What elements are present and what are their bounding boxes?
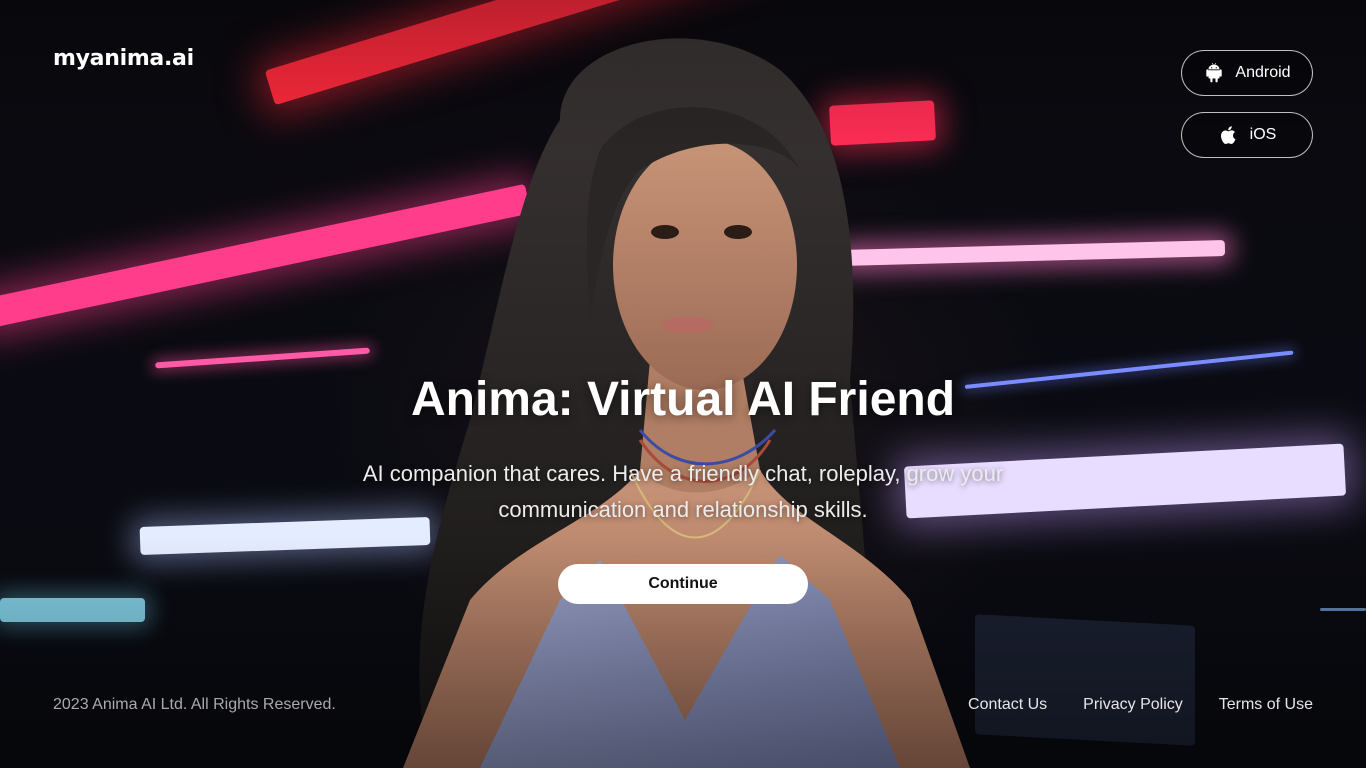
terms-of-use-link[interactable]: Terms of Use — [1219, 696, 1313, 714]
ios-button-label: iOS — [1249, 126, 1277, 143]
copyright-text: 2023 Anima AI Ltd. All Rights Reserved. — [53, 696, 336, 713]
site-logo[interactable]: myanima.ai — [53, 46, 194, 71]
android-button-label: Android — [1235, 64, 1291, 81]
apple-icon — [1218, 124, 1240, 146]
android-icon — [1203, 62, 1225, 84]
footer-nav: Contact Us Privacy Policy Terms of Use — [968, 696, 1313, 714]
ios-download-button[interactable]: iOS — [1181, 112, 1313, 158]
continue-button[interactable]: Continue — [558, 564, 808, 604]
contact-us-link[interactable]: Contact Us — [968, 696, 1047, 714]
privacy-policy-link[interactable]: Privacy Policy — [1083, 696, 1183, 714]
page-title: Anima: Virtual AI Friend — [410, 373, 956, 426]
android-download-button[interactable]: Android — [1181, 50, 1313, 96]
hero-subtitle: AI companion that cares. Have a friendly… — [362, 461, 1004, 522]
